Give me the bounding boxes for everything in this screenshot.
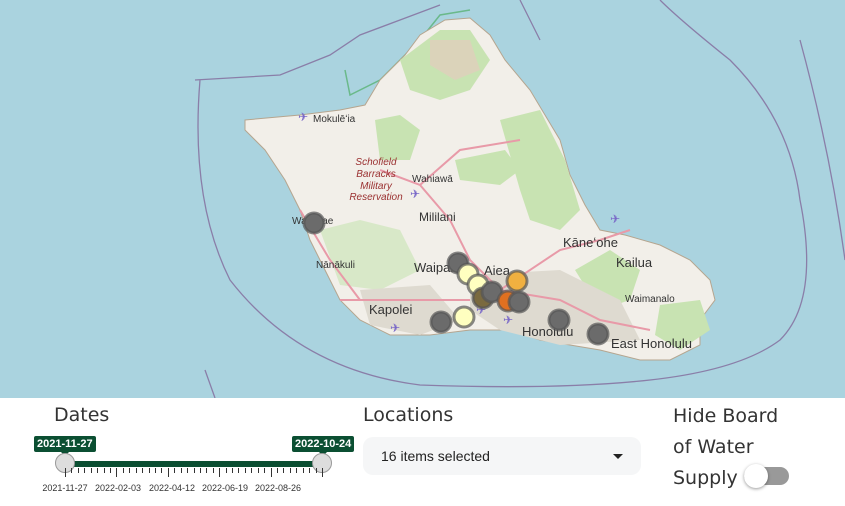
slider-tick (103, 468, 105, 473)
tick-label: 2022-08-26 (254, 483, 302, 493)
locations-select[interactable]: 16 items selected (363, 437, 641, 475)
slider-tick (270, 468, 272, 477)
map-marker[interactable] (547, 308, 571, 332)
slider-tick (251, 468, 253, 473)
slider-tick (238, 468, 240, 473)
slider-tick (180, 468, 182, 473)
map-label-kaneohe: Kāneʻohe (563, 235, 618, 250)
chevron-down-icon (613, 453, 623, 459)
slider-tick (77, 468, 79, 473)
slider-tick (84, 468, 86, 473)
slider-tick (296, 468, 298, 473)
date-range-slider[interactable]: 2021-11-27 2022-10-24 2021-11-27 2022-02… (30, 436, 360, 496)
svg-text:Schofield: Schofield (355, 157, 397, 168)
slider-tick (244, 468, 246, 473)
slider-tick (116, 468, 118, 477)
map-marker[interactable] (429, 310, 453, 334)
start-date-badge: 2021-11-27 (34, 436, 96, 456)
svg-text:✈: ✈ (610, 212, 620, 226)
map-label-mililani: Mililani (419, 210, 456, 224)
slider-tick (264, 468, 266, 473)
locations-label: Locations (363, 404, 454, 426)
tick-label: 2022-02-03 (94, 483, 142, 493)
slider-tick (277, 468, 279, 473)
slider-tick (129, 468, 131, 473)
slider-tick (97, 468, 99, 473)
tick-label: 2022-04-12 (148, 483, 196, 493)
locations-selected-text: 16 items selected (381, 448, 490, 464)
slider-tick (90, 468, 92, 473)
map-marker[interactable] (302, 211, 326, 235)
slider-tick (322, 468, 323, 477)
end-date-badge: 2022-10-24 (292, 436, 355, 456)
map-marker[interactable] (505, 269, 529, 293)
toggle-knob[interactable] (744, 464, 768, 488)
slider-tick (199, 468, 201, 473)
map-canvas[interactable]: ✈✈✈ ✈✈✈ Mokulēʻia Wahiawā Mililani Waiʻa… (0, 0, 845, 398)
hide-bws-toggle[interactable] (744, 464, 789, 488)
svg-text:Military: Military (360, 181, 393, 192)
slider-tick (148, 468, 150, 473)
slider-tick (174, 468, 176, 473)
map-label-kailua: Kailua (616, 255, 653, 270)
slider-tick (71, 468, 73, 473)
slider-track[interactable] (65, 461, 322, 467)
slider-tick (65, 468, 66, 477)
slider-tick (315, 468, 317, 473)
slider-tick (219, 468, 221, 477)
slider-tick (135, 468, 137, 473)
slider-tick (109, 468, 111, 473)
map-label-kapolei: Kapolei (369, 302, 412, 317)
dates-label: Dates (54, 404, 110, 426)
map-label-mokuleia: Mokulēʻia (313, 113, 356, 125)
slider-tick (309, 468, 311, 473)
slider-tick (154, 468, 156, 473)
slider-ticks (65, 468, 323, 478)
slider-tick (187, 468, 189, 473)
slider-tick (206, 468, 208, 473)
slider-tick (212, 468, 214, 473)
slider-tick (193, 468, 195, 473)
map-marker[interactable] (452, 305, 476, 329)
slider-tick (225, 468, 227, 473)
tick-label: 2021-11-27 (42, 483, 88, 493)
tick-label: 2022-06-19 (201, 483, 249, 493)
slider-tick (289, 468, 291, 473)
map-label-waimanalo: Waimanalo (625, 294, 675, 305)
slider-tick (302, 468, 304, 473)
slider-tick (257, 468, 259, 473)
slider-tick (283, 468, 285, 473)
map-label-east-honolulu: East Honolulu (611, 336, 692, 351)
slider-tick (122, 468, 124, 473)
map-label-wahiawa: Wahiawā (412, 174, 453, 185)
map-marker[interactable] (507, 290, 531, 314)
map-marker[interactable] (586, 322, 610, 346)
slider-tick (161, 468, 163, 473)
svg-text:✈: ✈ (390, 321, 400, 335)
svg-text:✈: ✈ (298, 110, 308, 124)
svg-text:✈: ✈ (503, 313, 513, 327)
slider-tick (232, 468, 234, 473)
svg-text:✈: ✈ (410, 187, 420, 201)
svg-text:Reservation: Reservation (349, 192, 403, 203)
slider-tick (167, 468, 169, 477)
map-label-nanakuli: Nānākuli (316, 260, 355, 271)
slider-tick (142, 468, 144, 473)
svg-text:Barracks: Barracks (356, 169, 395, 180)
